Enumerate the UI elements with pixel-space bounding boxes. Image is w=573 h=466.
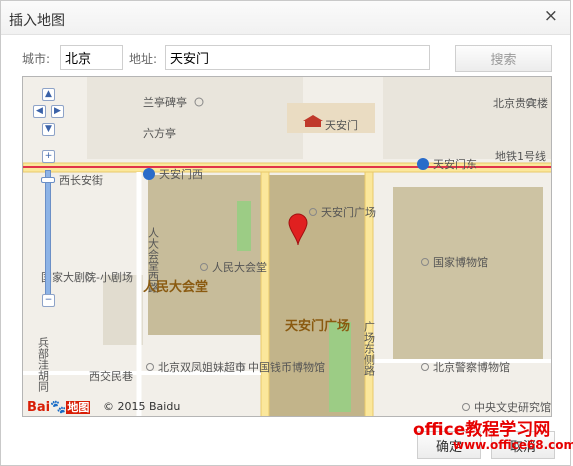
address-input[interactable] [165,45,430,70]
watermark-title: office教程学习网 [413,420,551,440]
map-label-police: 北京警察博物馆 [433,360,510,374]
pan-left-icon[interactable]: ◀ [33,105,46,118]
map-label-guibin: 北京贵宾楼 [493,96,548,110]
map-label-bingbu: 兵部洼胡同 [37,337,50,393]
map-label-shuangfeng: 北京双凤姐妹超市 [158,360,246,374]
museum-area [393,187,543,362]
map-label-wenshi: 中央文史研究馆 [474,400,551,414]
tiananmen-gate-icon [305,121,321,127]
map-label-tiananmen-east: 天安门东 [433,157,477,171]
map-label-square-bold: 天安门广场 [285,318,350,334]
zhongshan-park-block [87,77,303,159]
zoom-in-icon[interactable]: + [42,150,55,163]
city-label: 城市: [22,52,51,66]
search-button[interactable]: 搜索 [455,45,552,72]
map-label-square: 天安门广场 [321,205,376,219]
logo-ditu: 地图 [66,401,91,414]
map-label-coin: 中国钱币博物馆 [248,360,325,374]
map-label-hall-bold: 人民大会堂 [143,279,208,295]
zoom-out-icon[interactable]: − [42,294,55,307]
baidu-logo: Bai🐾地图 [27,399,91,415]
pan-down-icon[interactable]: ▼ [42,123,55,136]
map-canvas[interactable]: 兰亭碑亭 六方亭 天安门 北京贵宾楼 天安门西 天安门东 西长安街 地铁1号线 … [23,77,552,417]
close-icon[interactable]: × [544,7,558,25]
dialog-titlebar: 插入地图 × [1,1,570,35]
map-label-xijiaomin: 西交民巷 [89,369,133,383]
logo-bai: Bai [27,400,51,415]
map-label-tiananmen: 天安门 [325,118,358,132]
pan-up-icon[interactable]: ▲ [42,88,55,101]
dialog-title: 插入地图 [9,13,65,29]
paw-icon: 🐾 [50,400,67,415]
green-2 [329,322,351,412]
map-label-liufang: 六方亭 [143,126,176,140]
map-label-west-changan: 西长安街 [59,173,103,187]
insert-map-dialog: 插入地图 × 城市: 地址: 搜索 [0,0,573,466]
map-label-line1: 地铁1号线 [495,149,546,163]
map-label-theatre: 国家大剧院-小剧场 [41,270,133,284]
subway-icon-west [143,168,155,180]
west-side-road [260,171,270,416]
pan-right-icon[interactable]: ▶ [51,105,64,118]
map-label-east-road: 广场东侧路 [363,321,376,377]
baidu-map[interactable]: 兰亭碑亭 六方亭 天安门 北京贵宾楼 天安门西 天安门东 西长安街 地铁1号线 … [22,76,552,417]
city-input[interactable] [60,45,123,70]
map-label-hall: 人民大会堂 [212,260,267,274]
map-label-tiananmen-west: 天安门西 [159,167,203,181]
subway-icon-east [417,158,429,170]
address-label: 地址: [129,52,158,66]
green-1 [237,201,251,251]
great-hall-area [148,175,268,335]
map-label-lanting: 兰亭碑亭 [143,95,187,109]
zoom-slider-knob[interactable] [41,177,55,183]
zoom-slider[interactable] [45,170,51,300]
map-label-museum: 国家博物馆 [433,255,488,269]
east-block [383,77,551,159]
map-copyright: © 2015 Baidu [103,400,181,413]
watermark-url: www.office68.com [453,438,573,452]
